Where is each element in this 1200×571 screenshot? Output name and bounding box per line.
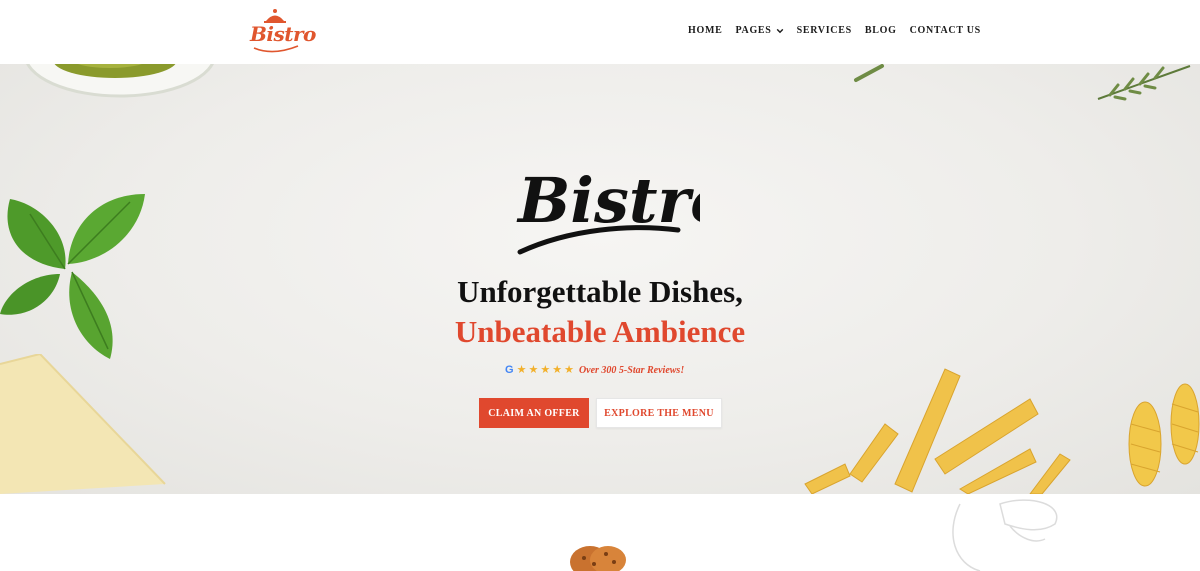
nav-contact[interactable]: CONTACT US	[910, 25, 981, 36]
star-icon: ★	[528, 363, 539, 376]
reviews-badge: G ★ ★ ★ ★ ★ Over 300 5-Star Reviews!	[505, 364, 684, 376]
hero-logo: Bistro	[516, 164, 700, 255]
nav-home-label: HOME	[688, 25, 723, 36]
next-section	[0, 494, 1200, 571]
site-logo[interactable]: Bistro	[248, 8, 316, 58]
herb-sprig-image	[854, 64, 884, 82]
pesto-bowl-image	[26, 64, 214, 98]
nav-pages-label: PAGES	[735, 25, 772, 36]
star-icon: ★	[516, 363, 527, 376]
star-icon: ★	[564, 363, 574, 376]
logo-text: Bistro	[250, 22, 316, 46]
google-icon: G	[505, 364, 514, 376]
nav-services-label: SERVICES	[796, 25, 852, 36]
cookie-icon	[570, 546, 626, 571]
nav-services[interactable]: SERVICES	[797, 25, 852, 36]
chevron-down-icon	[776, 28, 783, 33]
chef-hat-icon	[952, 499, 1058, 571]
explore-menu-button[interactable]: EXPLORE THE MENU	[596, 398, 722, 428]
rosemary-image	[1097, 65, 1191, 101]
star-icon: ★	[540, 363, 551, 376]
site-header: Bistro HOME PAGES SERVICES BLOG CONTACT …	[0, 0, 1200, 64]
nav-pages[interactable]: PAGES	[735, 25, 783, 36]
hero-section: Bistro Unforgettable Dishes, Unbeatable …	[0, 64, 1200, 494]
hero-headline-line1: Unforgettable Dishes,	[457, 274, 743, 309]
star-icon: ★	[552, 363, 563, 376]
reviews-text: Over 300 5-Star Reviews!	[578, 364, 685, 376]
main-nav: HOME PAGES SERVICES BLOG CONTACT US	[688, 25, 981, 36]
nav-blog[interactable]: BLOG	[865, 25, 897, 36]
pasta-image	[804, 368, 1200, 494]
nav-blog-label: BLOG	[864, 25, 897, 36]
cheese-image	[0, 354, 166, 494]
nav-home[interactable]: HOME	[688, 25, 722, 36]
nav-contact-label: CONTACT US	[909, 25, 981, 36]
hero-logo-text: Bistro	[516, 164, 700, 237]
hero-headline-line2: Unbeatable Ambience	[454, 314, 746, 349]
claim-offer-button[interactable]: CLAIM AN OFFER	[479, 398, 589, 428]
